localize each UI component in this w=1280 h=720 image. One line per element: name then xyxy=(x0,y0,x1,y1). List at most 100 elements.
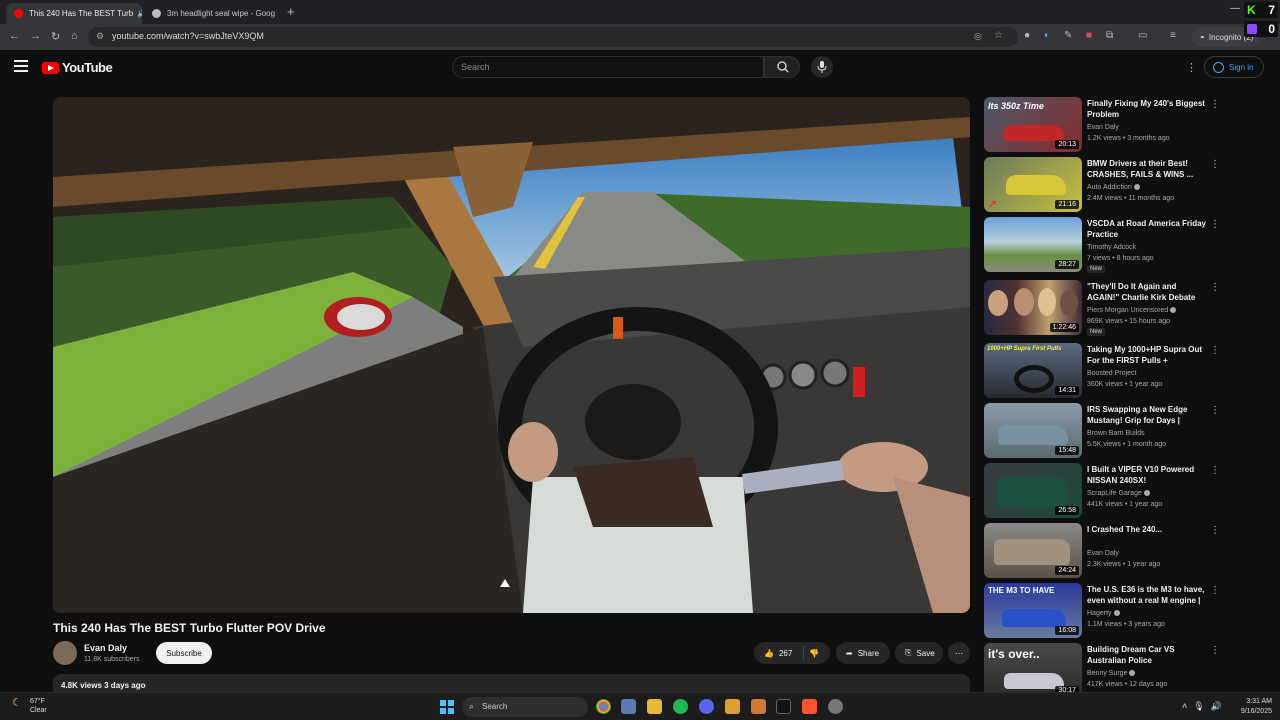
voice-search-button[interactable] xyxy=(811,56,833,78)
like-count[interactable]: 267 xyxy=(779,649,792,658)
video-thumbnail[interactable]: it's over.. 30:17 xyxy=(984,643,1082,698)
hamburger-menu-icon[interactable] xyxy=(14,60,28,75)
channel-name[interactable]: Hagerty xyxy=(1087,610,1120,617)
search-input[interactable]: Search xyxy=(452,56,764,78)
more-vertical-icon[interactable]: ⋮ xyxy=(1210,465,1220,476)
more-vertical-icon[interactable]: ⋮ xyxy=(1210,345,1220,356)
tray-overflow-icon[interactable]: ˄ xyxy=(1182,701,1193,711)
recommendation-item[interactable]: 28:27 VSCDA at Road America Friday Pract… xyxy=(984,217,1224,273)
steam-app-icon[interactable] xyxy=(828,699,843,714)
more-vertical-icon[interactable]: ⋮ xyxy=(1210,525,1220,536)
system-clock[interactable]: 3:31 AM 9/16/2025 xyxy=(1232,697,1272,717)
video-title[interactable]: Building Dream Car VS Australian Police xyxy=(1087,644,1207,666)
search-button[interactable] xyxy=(764,56,800,78)
app-shield-icon[interactable] xyxy=(725,699,740,714)
extension-audio-icon[interactable]: ◐ xyxy=(1044,30,1050,41)
microphone-icon[interactable]: 🎙 xyxy=(1193,701,1210,711)
more-vertical-icon[interactable]: ⋮ xyxy=(1210,585,1220,596)
brave-app-icon[interactable] xyxy=(802,699,817,714)
more-vertical-icon[interactable]: ⋮ xyxy=(1210,405,1220,416)
recommendation-item[interactable]: it's over.. 30:17 Building Dream Car VS … xyxy=(984,643,1224,698)
recommendation-item[interactable]: 24:24 I Crashed The 240... Evan Daly 2.3… xyxy=(984,523,1224,578)
video-title[interactable]: The U.S. E36 is the M3 to have, even wit… xyxy=(1087,584,1207,606)
back-arrow-icon[interactable]: ← xyxy=(9,30,20,42)
video-thumbnail[interactable]: 15:48 xyxy=(984,403,1082,458)
extension-tool-icon[interactable]: ✎ xyxy=(1064,30,1072,41)
windows-start-icon[interactable] xyxy=(440,700,454,714)
more-vertical-icon[interactable]: ⋮ xyxy=(1210,219,1220,230)
extension-red-icon[interactable]: ■ xyxy=(1086,30,1092,41)
save-button[interactable]: ⎘ Save xyxy=(895,642,943,664)
new-tab-icon[interactable]: + xyxy=(287,4,295,19)
video-title[interactable]: "They'll Do It Again and AGAIN!" Charlie… xyxy=(1087,281,1207,303)
channel-name[interactable]: Timothy Adcock xyxy=(1087,244,1136,251)
channel-name[interactable]: ScrapLife Garage xyxy=(1087,490,1150,497)
video-thumbnail[interactable]: 24:24 xyxy=(984,523,1082,578)
more-vertical-icon[interactable]: ⋮ xyxy=(1210,99,1220,110)
video-title[interactable]: BMW Drivers at their Best! CRASHES, FAIL… xyxy=(1087,158,1207,180)
more-vertical-icon[interactable]: ⋮ xyxy=(1210,645,1220,656)
terminal-app-icon[interactable] xyxy=(776,699,791,714)
thumbs-down-icon[interactable]: 👎 xyxy=(809,649,819,658)
sign-in-button[interactable]: Sign in xyxy=(1204,56,1264,78)
video-title[interactable]: Finally Fixing My 240's Biggest Problem xyxy=(1087,98,1207,120)
eye-off-icon[interactable]: ◎ xyxy=(974,31,982,42)
volume-icon[interactable]: 🔊 xyxy=(1211,701,1228,711)
forward-arrow-icon[interactable]: → xyxy=(30,30,41,42)
more-vertical-icon[interactable]: ⋮ xyxy=(1210,159,1220,170)
channel-name[interactable]: Boosted Project xyxy=(1087,370,1136,377)
recommendation-item[interactable]: 15:48 IRS Swapping a New Edge Mustang! G… xyxy=(984,403,1224,458)
channel-avatar[interactable] xyxy=(53,641,77,665)
channel-name[interactable]: Evan Daly xyxy=(1087,124,1119,131)
settings-more-icon[interactable]: ⋮ xyxy=(1186,61,1197,74)
video-title[interactable]: VSCDA at Road America Friday Practice xyxy=(1087,218,1207,240)
share-button[interactable]: ➦ Share xyxy=(836,642,890,664)
video-thumbnail[interactable]: 28:27 xyxy=(984,217,1082,272)
file-explorer-icon[interactable] xyxy=(647,699,662,714)
channel-name[interactable]: Brown Barn Builds xyxy=(1087,430,1145,437)
discord-app-icon[interactable] xyxy=(699,699,714,714)
weather-widget[interactable]: ☾ 67°F Clear xyxy=(12,697,47,715)
taskbar-search-input[interactable]: ⌕ Search xyxy=(462,697,588,717)
recommendation-item[interactable]: 1000+HP Supra First Pulls 14:31 Taking M… xyxy=(984,343,1224,398)
reload-icon[interactable]: ↻ xyxy=(51,30,60,43)
video-thumbnail[interactable]: ↗ 21:16 xyxy=(984,157,1082,212)
more-vertical-icon[interactable]: ⋮ xyxy=(1210,282,1220,293)
video-player[interactable] xyxy=(53,97,970,613)
recommendation-item[interactable]: Its 350z Time 20:13 Finally Fixing My 24… xyxy=(984,97,1224,152)
cast-icon[interactable]: ▭ xyxy=(1138,30,1147,41)
thumbs-up-icon[interactable]: 👍 xyxy=(764,649,774,658)
channel-name[interactable]: Evan Daly xyxy=(1087,550,1119,557)
chrome-app-icon[interactable] xyxy=(596,699,611,714)
recommendation-item[interactable]: 1:22:46 "They'll Do It Again and AGAIN!"… xyxy=(984,280,1224,336)
video-thumbnail[interactable]: Its 350z Time 20:13 xyxy=(984,97,1082,152)
extension-dot-icon[interactable]: ● xyxy=(1024,30,1030,41)
bookmark-star-icon[interactable]: ☆ xyxy=(994,30,1003,41)
video-title[interactable]: I Built a VIPER V10 Powered NISSAN 240SX… xyxy=(1087,464,1207,486)
minimize-window-icon[interactable]: — xyxy=(1230,3,1240,14)
address-bar[interactable]: ⚙ youtube.com/watch?v=swbJteVX9QM ◎ ☆ xyxy=(88,27,1018,47)
recommendation-item[interactable]: ↗ 21:16 BMW Drivers at their Best! CRASH… xyxy=(984,157,1224,212)
channel-name[interactable]: Auto Addiction xyxy=(1087,184,1140,191)
video-title[interactable]: I Crashed The 240... xyxy=(1087,524,1207,535)
spotify-app-icon[interactable] xyxy=(673,699,688,714)
close-tab-icon[interactable]: ✕ xyxy=(275,8,282,19)
site-info-icon[interactable]: ⚙ xyxy=(96,31,104,42)
home-icon[interactable]: ⌂ xyxy=(71,30,78,42)
tab-google-search[interactable]: 3m headlight seal wipe - Goog ✕ xyxy=(144,3,282,24)
channel-name[interactable]: Piers Morgan Uncensored xyxy=(1087,307,1177,314)
extensions-puzzle-icon[interactable]: ⧉ xyxy=(1106,30,1113,41)
recommendation-item[interactable]: THE M3 TO HAVE 16:08 The U.S. E36 is the… xyxy=(984,583,1224,638)
video-title[interactable]: IRS Swapping a New Edge Mustang! Grip fo… xyxy=(1087,404,1207,426)
recommendation-item[interactable]: 26:58 I Built a VIPER V10 Powered NISSAN… xyxy=(984,463,1224,518)
video-thumbnail[interactable]: 26:58 xyxy=(984,463,1082,518)
video-thumbnail[interactable]: THE M3 TO HAVE 16:08 xyxy=(984,583,1082,638)
subscribe-button[interactable]: Subscribe xyxy=(156,642,212,664)
video-thumbnail[interactable]: 1000+HP Supra First Pulls 14:31 xyxy=(984,343,1082,398)
more-actions-button[interactable]: ⋯ xyxy=(948,642,970,664)
reading-list-icon[interactable]: ≡ xyxy=(1170,30,1176,41)
tab-youtube-video[interactable]: This 240 Has The BEST Turb 🔊 ✕ xyxy=(6,3,142,24)
channel-name[interactable]: Evan Daly xyxy=(84,643,127,653)
task-view-icon[interactable] xyxy=(621,699,636,714)
video-thumbnail[interactable]: 1:22:46 xyxy=(984,280,1082,335)
